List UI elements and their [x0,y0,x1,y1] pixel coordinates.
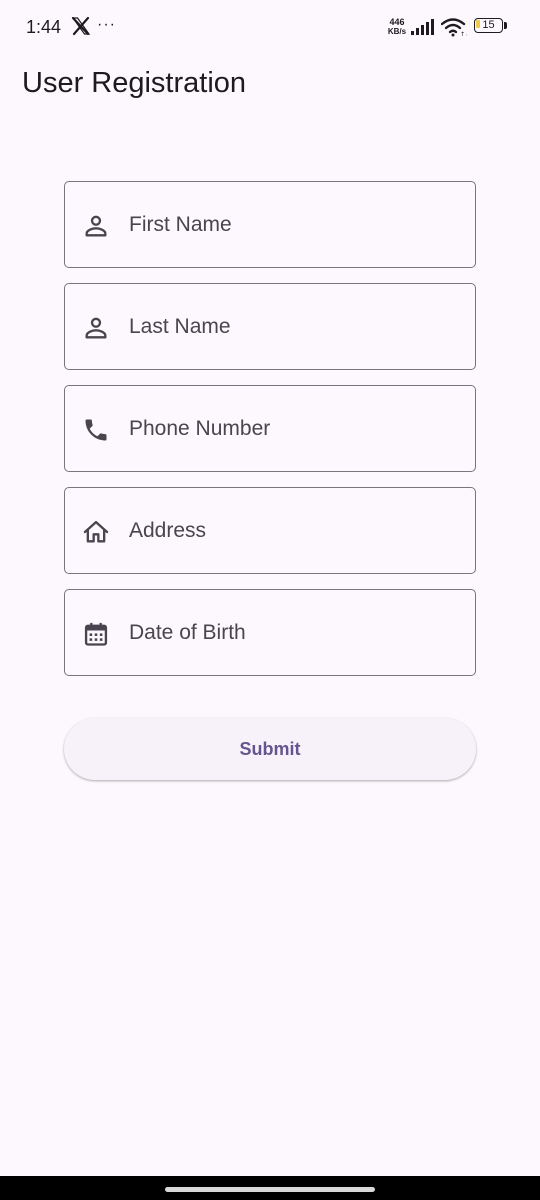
home-indicator[interactable] [165,1187,375,1192]
signal-icon [411,19,434,35]
last-name-field[interactable] [64,283,476,370]
navigation-bar [0,1176,540,1200]
battery-icon: 15 [474,18,508,35]
calendar-icon [84,622,108,646]
first-name-input[interactable] [129,182,459,267]
person-icon [85,317,107,339]
x-app-icon [71,16,91,36]
phone-number-field[interactable] [64,385,476,472]
person-icon [85,215,107,237]
network-speed-value: 446 [389,17,405,27]
date-of-birth-field[interactable] [64,589,476,676]
svg-text:↑↓: ↑↓ [460,31,467,37]
network-speed-unit: KB/s [387,27,407,36]
status-time: 1:44 [26,17,62,37]
last-name-input[interactable] [129,284,459,369]
address-field[interactable] [64,487,476,574]
phone-icon [85,419,107,441]
address-input[interactable] [129,488,459,573]
more-icon: ··· [97,16,116,33]
submit-button[interactable]: Submit [64,718,476,780]
battery-level: 15 [482,19,495,31]
status-bar: 1:44 ··· 446 KB/s ↑↓ 15 [0,0,540,56]
first-name-field[interactable] [64,181,476,268]
wifi-icon: ↑↓ [441,18,467,37]
date-of-birth-input[interactable] [129,590,459,675]
home-icon [83,520,109,543]
page-title: User Registration [22,67,247,99]
phone-number-input[interactable] [129,386,459,471]
network-speed: 446 KB/s [385,17,409,37]
battery-tip [504,22,507,29]
